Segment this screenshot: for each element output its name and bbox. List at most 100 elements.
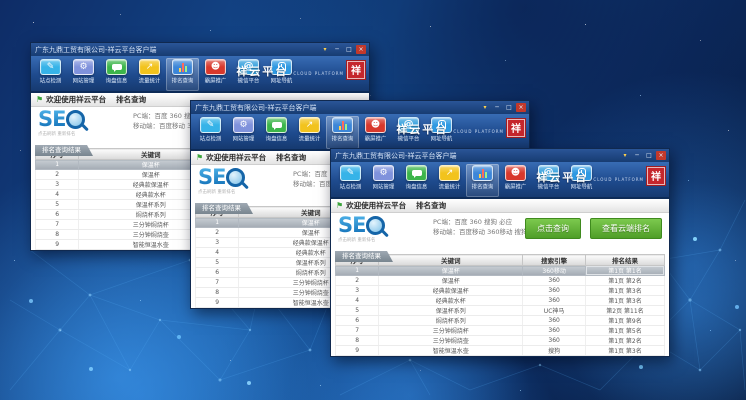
table-row[interactable]: 3经典款保温杯360第1页 第3名: [336, 286, 665, 296]
view-cloud-ranking-button[interactable]: 查看云端排名: [590, 218, 662, 239]
tools-icon: ⚙: [73, 59, 94, 75]
tab-results[interactable]: 排名查询结果: [335, 251, 393, 262]
close-button[interactable]: ×: [356, 45, 366, 54]
toolbar-item-label: 站点检测: [196, 134, 226, 142]
seo-logo-text: SE: [38, 109, 65, 130]
seo-logo: SE 点击刷新 重新排名: [198, 167, 245, 195]
table-cell: 5: [336, 306, 379, 316]
tools-icon: ⚙: [233, 117, 254, 133]
toolbar-item-people[interactable]: ☻霸屏推广: [199, 58, 232, 91]
brand-seal-icon: 祥: [347, 61, 365, 79]
column-header: 关键词: [379, 255, 523, 266]
toolbar-item-bar-chart[interactable]: 排名查询: [166, 58, 199, 91]
title-bar[interactable]: 广东九鼎工贸有限公司-祥云平台客户端 ▾─□×: [31, 43, 369, 56]
table-row[interactable]: 8三分钟焖烧壶360第1页 第2名: [336, 336, 665, 346]
toolbar-item-tools[interactable]: ⚙网站管理: [367, 164, 400, 197]
app-window[interactable]: 广东九鼎工贸有限公司-祥云平台客户端 ▾─□× ✎站点检测⚙网站管理询盘信息↗流…: [330, 148, 670, 357]
seo-logo: SE 点击刷新 重新排名: [338, 215, 385, 243]
table-cell: 第2页 第11名: [585, 306, 664, 316]
bar-chart-icon: [472, 165, 493, 181]
query-button[interactable]: 点击查询: [525, 218, 581, 239]
toolbar-item-label: 霸屏推广: [501, 182, 531, 190]
window-controls: ▾─□×: [320, 45, 366, 54]
toolbar-item-tools[interactable]: ⚙网站管理: [67, 58, 100, 91]
maximize-button[interactable]: □: [344, 45, 354, 54]
table-cell: 三分钟焖烧壶: [379, 336, 523, 346]
toolbar: ✎站点检测⚙网站管理询盘信息↗流量统计排名查询☻霸屏推广@微信平台网址导航 祥云…: [191, 114, 529, 151]
chat-bubble-icon: [106, 59, 127, 75]
minimize-button[interactable]: ─: [492, 103, 502, 112]
table-cell: 第1页 第2名: [585, 276, 664, 286]
seo-logo-text: SE: [338, 215, 365, 236]
toolbar-item-pencil[interactable]: ✎站点检测: [334, 164, 367, 197]
welcome-text: 欢迎使用祥云平台: [206, 152, 266, 163]
table-row[interactable]: 9智能恒温水壶搜狗第1页 第3名: [336, 346, 665, 356]
close-button[interactable]: ×: [516, 103, 526, 112]
table-cell: 6: [196, 268, 239, 278]
skin-button[interactable]: ▾: [620, 151, 630, 160]
magnifier-icon: [366, 216, 385, 235]
toolbar-item-chat-bubble[interactable]: 询盘信息: [100, 58, 133, 91]
toolbar-item-pencil[interactable]: ✎站点检测: [194, 116, 227, 149]
toolbar-item-people[interactable]: ☻霸屏推广: [359, 116, 392, 149]
title-bar[interactable]: 广东九鼎工贸有限公司-祥云平台客户端 ▾─□×: [331, 149, 669, 162]
table-row[interactable]: 2保温杯360第1页 第2名: [336, 276, 665, 286]
hero-buttons: 点击查询查看云端排名: [525, 218, 662, 239]
table-cell: 360: [523, 276, 586, 286]
close-button[interactable]: ×: [656, 151, 666, 160]
table-cell: 360: [523, 356, 586, 358]
bar-chart-icon: [172, 59, 193, 75]
toolbar-item-pencil[interactable]: ✎站点检测: [34, 58, 67, 91]
welcome-bar: ⚑ 欢迎使用祥云平台 排名查询: [331, 199, 669, 213]
toolbar-item-line-chart[interactable]: ↗流量统计: [433, 164, 466, 197]
table-row[interactable]: 10智能恒温水壶360第1页 第3名: [336, 356, 665, 358]
title-bar[interactable]: 广东九鼎工贸有限公司-祥云平台客户端 ▾─□×: [191, 101, 529, 114]
table-row[interactable]: 5保温杯系列UC神马第2页 第11名: [336, 306, 665, 316]
toolbar-item-bar-chart[interactable]: 排名查询: [466, 164, 499, 197]
table-cell: 保温杯系列: [379, 306, 523, 316]
results-table: 序号关键词搜索引擎排名结果 1保温杯360移动第1页 第1名2保温杯360第1页…: [335, 254, 665, 357]
toolbar-item-label: 霸屏推广: [361, 134, 391, 142]
maximize-button[interactable]: □: [504, 103, 514, 112]
toolbar-item-bar-chart[interactable]: 排名查询: [326, 116, 359, 149]
welcome-text: 欢迎使用祥云平台: [346, 200, 406, 211]
toolbar-item-label: 网站管理: [229, 134, 259, 142]
table-cell: 第1页 第5名: [585, 326, 664, 336]
table-cell: 第1页 第3名: [585, 346, 664, 356]
toolbar-item-chat-bubble[interactable]: 询盘信息: [260, 116, 293, 149]
toolbar-item-line-chart[interactable]: ↗流量统计: [293, 116, 326, 149]
toolbar-item-label: 网站管理: [69, 76, 99, 84]
table-row[interactable]: 4经典款水杯360第1页 第3名: [336, 296, 665, 306]
table-cell: 1: [336, 266, 379, 276]
maximize-button[interactable]: □: [644, 151, 654, 160]
window-title: 广东九鼎工贸有限公司-祥云平台客户端: [331, 151, 457, 161]
skin-button[interactable]: ▾: [320, 45, 330, 54]
brand-subtitle: CLOUD PLATFORM: [593, 177, 644, 182]
brand-seal-icon: 祥: [647, 167, 665, 185]
table-row[interactable]: 1保温杯360移动第1页 第1名: [336, 266, 665, 276]
table-cell: 10: [336, 356, 379, 358]
brand-logo: 祥云平台 CLOUD PLATFORM 祥: [536, 166, 665, 185]
toolbar-item-tools[interactable]: ⚙网站管理: [227, 116, 260, 149]
magnifier-icon: [226, 168, 245, 187]
column-header: 排名结果: [585, 255, 664, 266]
skin-button[interactable]: ▾: [480, 103, 490, 112]
minimize-button[interactable]: ─: [632, 151, 642, 160]
toolbar-item-line-chart[interactable]: ↗流量统计: [133, 58, 166, 91]
seo-logo: SE 点击刷新 重新排名: [38, 109, 85, 137]
toolbar-item-chat-bubble[interactable]: 询盘信息: [400, 164, 433, 197]
toolbar-item-people[interactable]: ☻霸屏推广: [499, 164, 532, 197]
table-row[interactable]: 7三分钟焖烧杯360第1页 第5名: [336, 326, 665, 336]
tab-results[interactable]: 排名查询结果: [195, 203, 253, 214]
table-cell: 5: [36, 200, 79, 210]
table-cell: 第1页 第3名: [585, 356, 664, 358]
tab-results[interactable]: 排名查询结果: [35, 145, 93, 156]
flag-icon: ⚑: [196, 154, 203, 162]
table-cell: 智能恒温水壶: [379, 346, 523, 356]
pencil-icon: ✎: [200, 117, 221, 133]
minimize-button[interactable]: ─: [332, 45, 342, 54]
table-cell: 4: [196, 248, 239, 258]
table-row[interactable]: 6焖烧杯系列360第1页 第9名: [336, 316, 665, 326]
toolbar-item-label: 排名查询: [168, 76, 198, 84]
window-title: 广东九鼎工贸有限公司-祥云平台客户端: [31, 45, 157, 55]
